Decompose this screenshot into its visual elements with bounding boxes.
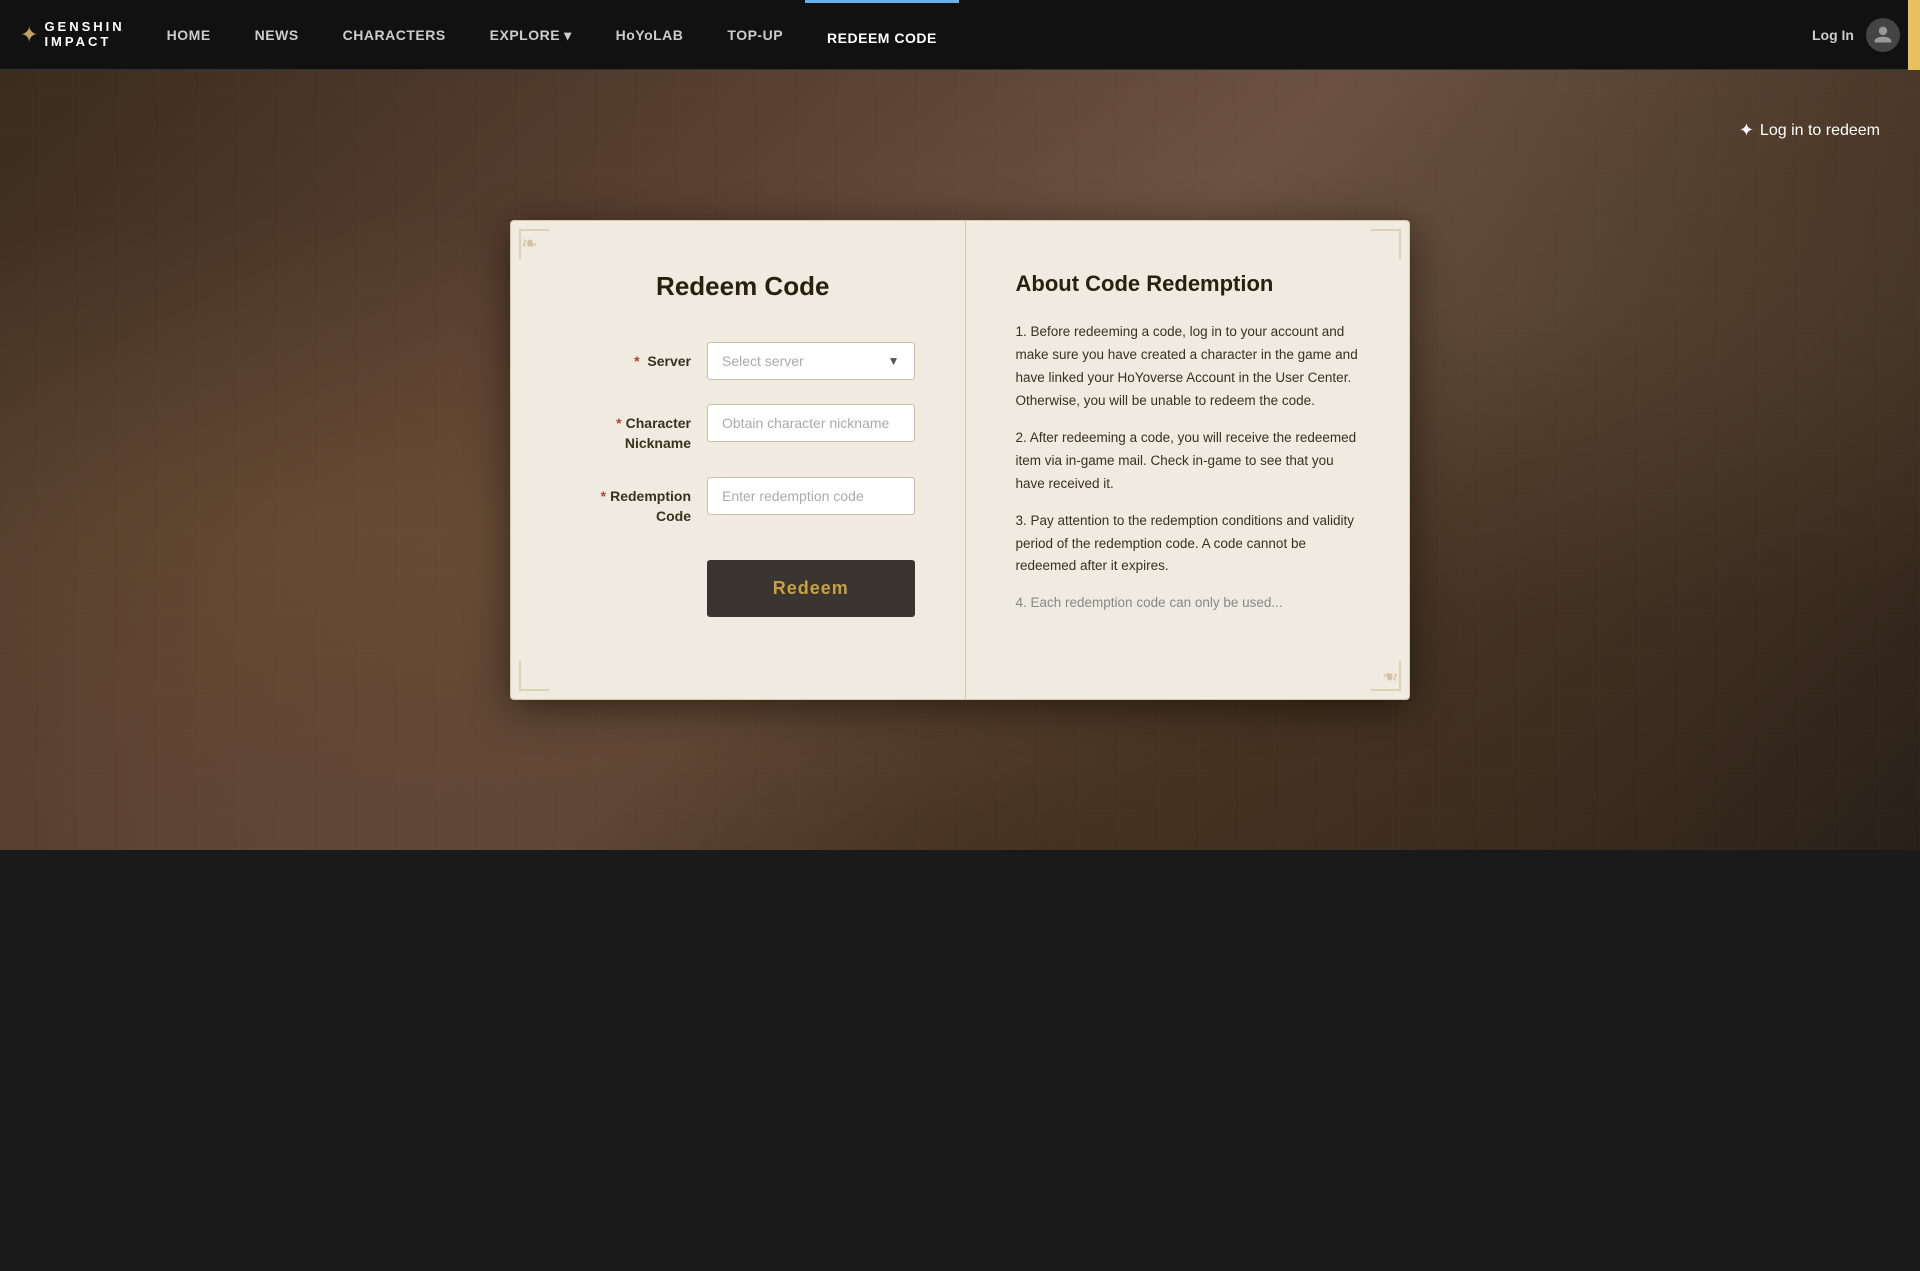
nickname-row: *CharacterNickname <box>571 404 915 453</box>
hero-background: ✦ Log in to redeem Redeem Code * Server <box>0 70 1920 850</box>
nickname-label: *CharacterNickname <box>571 404 691 453</box>
required-mark: * <box>634 353 639 369</box>
logo-text: GENSHIN IMPACT <box>44 20 124 49</box>
corner-ornament-bl <box>519 661 549 691</box>
nickname-input-wrap <box>707 404 915 442</box>
about-point-2: 2. After redeeming a code, you will rece… <box>1016 427 1360 496</box>
logo-star: ✦ <box>20 22 38 48</box>
nav-links: HOME NEWS CHARACTERS EXPLORE ▾ HoYoLAB T… <box>145 0 1792 70</box>
login-to-redeem-label: Log in to redeem <box>1760 122 1880 140</box>
nav-link-home[interactable]: HOME <box>145 0 233 70</box>
redemption-code-input[interactable] <box>707 477 915 515</box>
logo[interactable]: ✦ GENSHIN IMPACT <box>0 20 145 49</box>
server-input-wrap: Select server ▼ <box>707 342 915 380</box>
user-avatar[interactable] <box>1866 18 1900 52</box>
nav-item-explore[interactable]: EXPLORE ▾ <box>468 0 594 70</box>
about-text: 1. Before redeeming a code, log in to yo… <box>1016 321 1360 615</box>
nav-item-home[interactable]: HOME <box>145 0 233 70</box>
about-point-1: 1. Before redeeming a code, log in to yo… <box>1016 321 1360 413</box>
redeem-button-wrap: Redeem <box>707 550 915 617</box>
required-mark-2: * <box>616 415 621 431</box>
redemption-label: *RedemptionCode <box>571 477 691 526</box>
select-chevron-icon: ▼ <box>888 354 900 368</box>
nav-link-redeemcode[interactable]: REDEEM CODE <box>805 0 959 70</box>
corner-ornament-br <box>1371 661 1401 691</box>
corner-ornament-tr <box>1371 229 1401 259</box>
card-title: Redeem Code <box>571 271 915 302</box>
card-wrapper: Redeem Code * Server Select server ▼ <box>510 220 1410 700</box>
corner-ornament-tl <box>519 229 549 259</box>
button-row: Redeem <box>571 550 915 617</box>
chevron-down-icon: ▾ <box>564 0 572 70</box>
nickname-input[interactable] <box>707 404 915 442</box>
nav-link-topup[interactable]: TOP-UP <box>705 0 805 70</box>
nav-link-explore[interactable]: EXPLORE ▾ <box>468 0 594 70</box>
nav-link-hoyolab[interactable]: HoYoLAB <box>594 0 706 70</box>
nav-item-topup[interactable]: TOP-UP <box>705 0 805 70</box>
nav-item-news[interactable]: NEWS <box>233 0 321 70</box>
nav-item-redeemcode[interactable]: REDEEM CODE <box>805 0 959 70</box>
nav-link-news[interactable]: NEWS <box>233 0 321 70</box>
star-icon: ✦ <box>1739 120 1754 141</box>
server-select[interactable]: Select server ▼ <box>707 342 915 380</box>
card-right-panel: About Code Redemption 1. Before redeemin… <box>966 221 1410 699</box>
nav-item-characters[interactable]: CHARACTERS <box>321 0 468 70</box>
server-label: * Server <box>571 342 691 372</box>
login-button[interactable]: Log In <box>1812 27 1854 43</box>
about-title: About Code Redemption <box>1016 271 1360 297</box>
nav-right: Log In <box>1792 18 1920 52</box>
redeem-card: Redeem Code * Server Select server ▼ <box>510 220 1410 700</box>
nav-link-characters[interactable]: CHARACTERS <box>321 0 468 70</box>
navbar: ✦ GENSHIN IMPACT HOME NEWS CHARACTERS EX… <box>0 0 1920 70</box>
nav-accent-bar <box>1908 0 1920 70</box>
card-left-panel: Redeem Code * Server Select server ▼ <box>511 221 966 699</box>
server-row: * Server Select server ▼ <box>571 342 915 380</box>
redemption-row: *RedemptionCode <box>571 477 915 526</box>
login-to-redeem-link[interactable]: ✦ Log in to redeem <box>1739 120 1880 141</box>
redeem-button[interactable]: Redeem <box>707 560 915 617</box>
required-mark-3: * <box>601 488 606 504</box>
nav-item-hoyolab[interactable]: HoYoLAB <box>594 0 706 70</box>
server-placeholder: Select server <box>722 353 804 369</box>
about-point-4: 4. Each redemption code can only be used… <box>1016 592 1360 615</box>
about-point-3: 3. Pay attention to the redemption condi… <box>1016 510 1360 579</box>
redemption-input-wrap <box>707 477 915 515</box>
